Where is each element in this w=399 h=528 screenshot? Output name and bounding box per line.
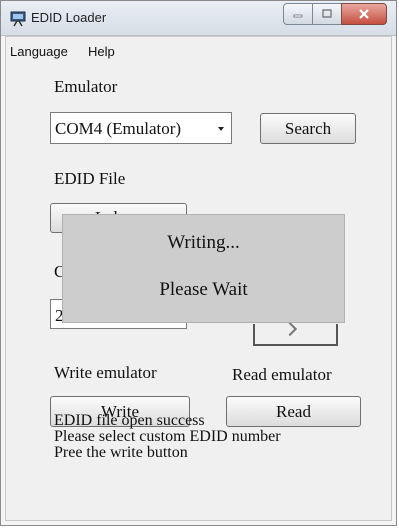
maximize-button[interactable]: [313, 3, 341, 25]
menu-language[interactable]: Language: [10, 44, 68, 59]
status-line-1: EDID file open success: [54, 412, 205, 429]
status-line-3: Pree the write button: [54, 444, 188, 461]
chevron-down-icon: [218, 127, 224, 131]
maximize-icon: [322, 9, 332, 18]
status-message: EDID file open success Please select cus…: [54, 413, 281, 461]
minimize-button[interactable]: [283, 3, 313, 25]
window-controls: [283, 3, 387, 25]
status-line-2: Please select custom EDID number: [54, 428, 281, 445]
emulator-port-select[interactable]: COM4 (Emulator): [50, 112, 232, 144]
menu-bar: Language Help: [6, 37, 391, 65]
writing-progress-dialog: Writing... Please Wait: [62, 214, 345, 323]
writing-message: Writing...: [167, 232, 240, 253]
search-button[interactable]: Search: [260, 113, 356, 144]
pen-icon: [282, 321, 298, 337]
window-title: EDID Loader: [31, 10, 107, 25]
emulator-port-value: COM4 (Emulator): [55, 119, 182, 138]
write-emulator-label: Write emulator: [54, 363, 157, 382]
read-emulator-label: Read emulator: [232, 365, 332, 384]
close-icon: [359, 9, 369, 19]
monitor-stand-icon: [10, 11, 26, 27]
title-bar[interactable]: EDID Loader: [1, 1, 396, 36]
close-button[interactable]: [341, 3, 387, 25]
please-wait-message: Please Wait: [159, 279, 248, 300]
edid-preview-image: [253, 321, 338, 346]
menu-help[interactable]: Help: [88, 44, 115, 59]
edid-file-label: EDID File: [54, 169, 126, 188]
minimize-icon: [293, 14, 303, 18]
emulator-label: Emulator: [54, 77, 118, 96]
edid-loader-window: EDID Loader Language Help Emulator COM4 …: [0, 0, 397, 526]
